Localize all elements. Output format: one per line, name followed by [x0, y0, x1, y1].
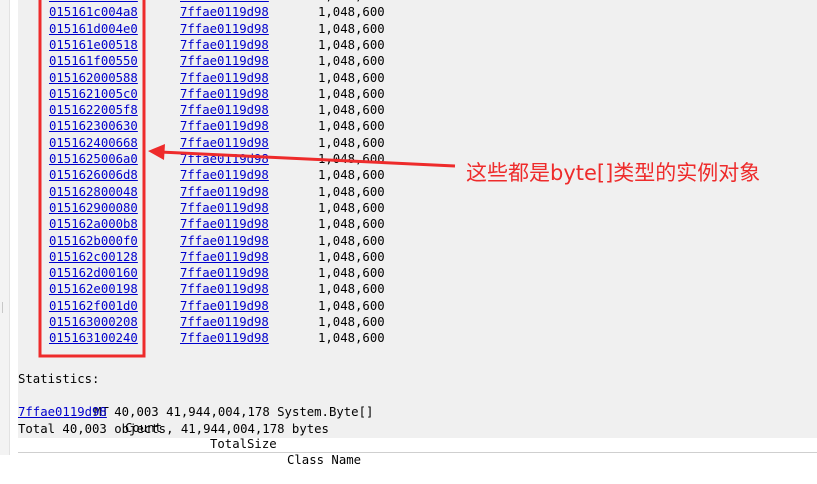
- arrow-head-icon: [148, 144, 165, 160]
- highlight-box: [38, 0, 146, 358]
- annotation-arrow-line: [159, 150, 456, 168]
- annotation-overlay: [38, 0, 456, 358]
- annotation-text: 这些都是byte[]类型的实例对象: [466, 161, 761, 185]
